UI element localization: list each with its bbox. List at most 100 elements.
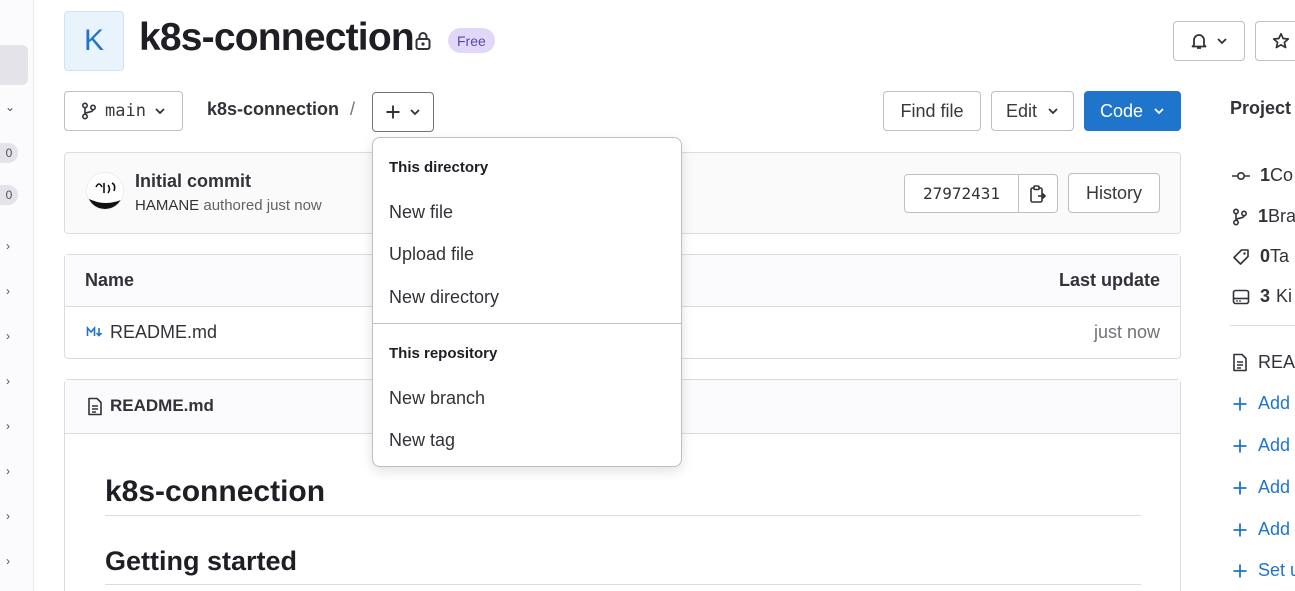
- menu-item-new-branch[interactable]: New branch: [389, 388, 485, 409]
- lock-icon: [414, 31, 432, 51]
- dropdown-section-repository: This repository: [389, 345, 498, 362]
- storage-unit: Ki: [1276, 286, 1293, 306]
- readme-link-label: REA: [1258, 352, 1295, 372]
- sidebar-chevron-right-icon[interactable]: ›: [0, 416, 18, 436]
- tag-icon: [1232, 248, 1250, 266]
- history-button[interactable]: History: [1068, 173, 1160, 213]
- tags-stat[interactable]: 0Ta: [1232, 246, 1289, 267]
- add-link-label: Add: [1258, 477, 1291, 497]
- storage-size: 3: [1260, 286, 1271, 306]
- storage-stat[interactable]: 3 Ki: [1232, 286, 1292, 307]
- tier-badge: Free: [448, 28, 495, 53]
- readme-heading-2: Getting started: [105, 546, 298, 576]
- sidebar-chevron-right-icon[interactable]: ›: [0, 506, 18, 526]
- commit-author[interactable]: HAMANE: [135, 197, 199, 214]
- plus-icon: [1232, 522, 1248, 538]
- commit-time: authored just now: [199, 197, 322, 214]
- branch-icon: [81, 102, 97, 120]
- add-link[interactable]: Add: [1232, 519, 1290, 540]
- sidebar-chevron-right-icon[interactable]: ›: [0, 371, 18, 391]
- file-link[interactable]: README.md: [110, 322, 217, 343]
- breadcrumb-separator: /: [350, 99, 356, 119]
- commit-sha-group: 27972431: [904, 174, 1058, 213]
- plus-icon: [385, 104, 401, 120]
- menu-item-new-file[interactable]: New file: [389, 202, 453, 223]
- document-icon: [87, 397, 103, 416]
- sidebar-active-item[interactable]: [0, 45, 28, 85]
- star-button[interactable]: [1255, 21, 1295, 61]
- commits-label: Co: [1270, 165, 1294, 185]
- edit-label: Edit: [1005, 100, 1038, 121]
- menu-item-new-directory[interactable]: New directory: [389, 287, 499, 308]
- branch-icon: [1232, 207, 1248, 226]
- heading-underline: [105, 515, 1141, 516]
- sidebar-chevron-right-icon[interactable]: ›: [0, 551, 18, 571]
- sidebar-chevron-right-icon[interactable]: ›: [0, 281, 18, 301]
- menu-item-upload-file[interactable]: Upload file: [389, 244, 474, 265]
- find-file-button[interactable]: Find file: [883, 91, 981, 131]
- edit-button[interactable]: Edit: [991, 91, 1074, 131]
- disk-icon: [1232, 288, 1250, 306]
- readme-filename[interactable]: README.md: [110, 396, 214, 416]
- notifications-button[interactable]: [1173, 21, 1245, 61]
- branch-name: main: [105, 101, 146, 121]
- commits-count: 1: [1260, 165, 1271, 185]
- markdown-file-icon: [86, 326, 104, 338]
- menu-item-new-tag[interactable]: New tag: [389, 430, 455, 451]
- add-link[interactable]: Add: [1232, 435, 1290, 456]
- sidebar-chevron-right-icon[interactable]: ›: [0, 461, 18, 481]
- readme-link[interactable]: REA: [1232, 352, 1295, 373]
- breadcrumb-project-link[interactable]: k8s-connection: [207, 99, 339, 120]
- copy-clipboard-icon: [1029, 184, 1047, 204]
- plus-icon: [1232, 396, 1248, 412]
- copy-sha-button[interactable]: [1019, 175, 1057, 212]
- chevron-down-icon: [154, 107, 166, 115]
- readme-heading-1: k8s-connection: [105, 475, 326, 508]
- star-icon: [1272, 32, 1290, 50]
- sidebar-chevron-right-icon[interactable]: ›: [0, 236, 18, 256]
- file-last-update: just now: [1093, 322, 1160, 342]
- commits-stat[interactable]: 1Co: [1232, 165, 1293, 186]
- commit-title[interactable]: Initial commit: [135, 171, 251, 192]
- sidebar-chevron-down-icon[interactable]: ⌄: [0, 97, 20, 117]
- add-link[interactable]: Add: [1232, 477, 1290, 498]
- sidebar-divider: [1230, 325, 1295, 326]
- tags-label: Ta: [1270, 246, 1290, 266]
- tags-count: 0: [1260, 246, 1271, 266]
- add-link[interactable]: Add: [1232, 393, 1290, 414]
- plus-icon: [1232, 563, 1248, 579]
- setup-link-label: Set u: [1258, 560, 1295, 580]
- column-header-name: Name: [85, 270, 135, 290]
- chevron-down-icon: [409, 108, 421, 116]
- document-icon: [1232, 353, 1248, 372]
- dropdown-section-directory: This directory: [389, 159, 489, 176]
- add-link-label: Add: [1258, 435, 1291, 455]
- code-label: Code: [1099, 100, 1144, 121]
- heading-underline: [105, 584, 1141, 585]
- branches-label: Bra: [1268, 206, 1295, 226]
- add-to-tree-dropdown: This directory New file Upload file New …: [372, 137, 682, 467]
- dropdown-divider: [373, 323, 681, 324]
- chevron-down-icon: [1153, 107, 1165, 115]
- bell-icon: [1190, 32, 1208, 50]
- add-to-tree-button[interactable]: [372, 92, 434, 132]
- add-link-label: Add: [1258, 393, 1291, 413]
- plus-icon: [1232, 480, 1248, 496]
- branches-count: 1: [1258, 206, 1269, 226]
- project-avatar: K: [64, 11, 124, 71]
- commit-icon: [1232, 167, 1250, 185]
- author-avatar[interactable]: [86, 172, 124, 210]
- project-info-heading: Project: [1230, 98, 1292, 118]
- chevron-down-icon: [1216, 37, 1228, 45]
- branches-stat[interactable]: 1Bra: [1232, 206, 1295, 227]
- commit-meta: HAMANE authored just now: [135, 197, 322, 214]
- commit-sha[interactable]: 27972431: [905, 175, 1019, 212]
- chevron-down-icon: [1047, 107, 1059, 115]
- add-link-label: Add: [1258, 519, 1291, 539]
- sidebar-chevron-right-icon[interactable]: ›: [0, 326, 18, 346]
- setup-link[interactable]: Set u: [1232, 560, 1295, 581]
- code-button[interactable]: Code: [1084, 91, 1181, 131]
- project-title: k8s-connection: [139, 16, 415, 59]
- plus-icon: [1232, 438, 1248, 454]
- branch-selector[interactable]: main: [64, 91, 183, 131]
